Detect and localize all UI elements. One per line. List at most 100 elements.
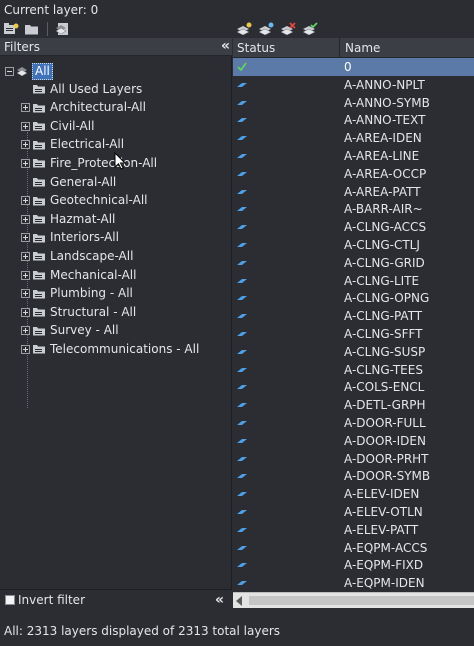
layer-in-use-icon[interactable] — [237, 222, 247, 232]
layer-row[interactable]: A-BARR-AIR~ — [233, 200, 474, 218]
horizontal-scrollbar[interactable] — [233, 592, 474, 608]
filter-tree-item[interactable]: Electrical-All — [21, 136, 126, 154]
layer-in-use-icon[interactable] — [237, 436, 247, 446]
layer-row[interactable]: A-EQPM-FIXD — [233, 556, 474, 574]
layer-row[interactable]: A-CLNG-CTLJ — [233, 236, 474, 254]
layer-in-use-icon[interactable] — [237, 543, 247, 553]
layer-in-use-icon[interactable] — [237, 507, 247, 517]
layer-row[interactable]: A-CLNG-SFFT — [233, 325, 474, 343]
collapse-filters-bottom-button[interactable]: « — [215, 592, 224, 609]
filter-tree-item[interactable]: Survey - All — [21, 322, 121, 340]
layer-row[interactable]: A-EQPM-ACCS — [233, 539, 474, 557]
layer-row[interactable]: A-ELEV-PATT — [233, 521, 474, 539]
scrollbar-thumb[interactable] — [249, 596, 474, 605]
layer-in-use-icon[interactable] — [237, 187, 247, 197]
expand-plus-icon[interactable] — [21, 196, 30, 206]
layer-row[interactable]: A-COLS-ENCL — [233, 378, 474, 396]
layer-in-use-icon[interactable] — [237, 329, 247, 339]
expand-plus-icon[interactable] — [21, 326, 30, 336]
layer-row[interactable]: A-AREA-OCCP — [233, 165, 474, 183]
layer-in-use-icon[interactable] — [237, 169, 247, 179]
layer-in-use-icon[interactable] — [237, 525, 247, 535]
layer-row[interactable]: A-DOOR-PRHT — [233, 450, 474, 468]
layer-row[interactable]: A-EQPM-IDEN — [233, 574, 474, 592]
expand-plus-icon[interactable] — [21, 103, 30, 113]
filter-tree-item[interactable]: Interiors-All — [21, 229, 121, 247]
collapse-expander-icon[interactable] — [5, 66, 14, 76]
layer-in-use-icon[interactable] — [237, 578, 247, 588]
layer-row[interactable]: 0 — [233, 58, 474, 76]
layer-row[interactable]: A-CLNG-OPNG — [233, 289, 474, 307]
filter-tree-root[interactable]: All — [5, 62, 53, 80]
expand-plus-icon[interactable] — [21, 251, 30, 261]
layer-in-use-icon[interactable] — [237, 400, 247, 410]
layer-row[interactable]: A-CLNG-ACCS — [233, 218, 474, 236]
filter-tree-item[interactable]: General-All — [32, 173, 118, 191]
layer-row[interactable]: A-ANNO-SYMB — [233, 94, 474, 112]
layer-row[interactable]: A-AREA-LINE — [233, 147, 474, 165]
expand-plus-icon[interactable] — [21, 307, 30, 317]
layer-row[interactable]: A-DETL-GRPH — [233, 396, 474, 414]
filter-tree-item[interactable]: Civil-All — [21, 117, 96, 135]
layer-in-use-icon[interactable] — [237, 98, 247, 108]
expand-plus-icon[interactable] — [21, 233, 30, 243]
layer-row[interactable]: A-ELEV-IDEN — [233, 485, 474, 503]
filter-tree-item[interactable]: Telecommunications - All — [21, 340, 201, 358]
column-header-status[interactable]: Status — [233, 38, 340, 58]
expand-plus-icon[interactable] — [21, 289, 30, 299]
layer-row[interactable]: A-DOOR-SYMB — [233, 467, 474, 485]
expand-plus-icon[interactable] — [21, 140, 30, 150]
layer-in-use-icon[interactable] — [237, 418, 247, 428]
expand-plus-icon[interactable] — [21, 158, 30, 168]
new-group-filter-icon[interactable] — [23, 21, 41, 37]
layer-in-use-icon[interactable] — [237, 365, 247, 375]
layer-states-manager-icon[interactable] — [54, 21, 72, 37]
layer-row[interactable]: A-DOOR-FULL — [233, 414, 474, 432]
filter-tree-item[interactable]: Architectural-All — [21, 99, 148, 117]
layer-row[interactable]: A-CLNG-SUSP — [233, 343, 474, 361]
expand-plus-icon[interactable] — [21, 344, 30, 354]
layer-row[interactable]: A-CLNG-GRID — [233, 254, 474, 272]
column-header-name[interactable]: Name — [341, 38, 474, 58]
filter-tree-item[interactable]: Mechanical-All — [21, 266, 138, 284]
layer-in-use-icon[interactable] — [237, 276, 247, 286]
layer-in-use-icon[interactable] — [237, 133, 247, 143]
layer-in-use-icon[interactable] — [237, 151, 247, 161]
layer-in-use-icon[interactable] — [237, 258, 247, 268]
layer-in-use-icon[interactable] — [237, 240, 247, 250]
filter-tree-item[interactable]: Structural - All — [21, 303, 138, 321]
layer-row[interactable]: A-AREA-PATT — [233, 183, 474, 201]
filter-tree-item[interactable]: Landscape-All — [21, 247, 135, 265]
filter-tree-item[interactable]: Plumbing - All — [21, 285, 135, 303]
layer-in-use-icon[interactable] — [237, 204, 247, 214]
scroll-left-arrow-icon[interactable] — [236, 596, 242, 606]
layer-row[interactable]: A-DOOR-IDEN — [233, 432, 474, 450]
layer-in-use-icon[interactable] — [237, 311, 247, 321]
layer-row[interactable]: A-AREA-IDEN — [233, 129, 474, 147]
layer-in-use-icon[interactable] — [237, 489, 247, 499]
filter-tree-item[interactable]: All Used Layers — [32, 80, 144, 98]
layer-in-use-icon[interactable] — [237, 471, 247, 481]
new-layer-icon[interactable] — [235, 21, 253, 37]
layer-in-use-icon[interactable] — [237, 293, 247, 303]
expand-plus-icon[interactable] — [21, 121, 30, 131]
layer-in-use-icon[interactable] — [237, 382, 247, 392]
layer-in-use-icon[interactable] — [237, 80, 247, 90]
layer-row[interactable]: A-CLNG-TEES — [233, 361, 474, 379]
layer-in-use-icon[interactable] — [237, 454, 247, 464]
invert-filter-checkbox[interactable] — [5, 595, 15, 605]
layer-in-use-icon[interactable] — [237, 560, 247, 570]
filter-tree-item[interactable]: Hazmat-All — [21, 210, 117, 228]
expand-plus-icon[interactable] — [21, 214, 30, 224]
layer-row[interactable]: A-ELEV-OTLN — [233, 503, 474, 521]
new-property-filter-icon[interactable] — [2, 21, 20, 37]
filter-tree-item[interactable]: Geotechnical-All — [21, 192, 149, 210]
layer-row[interactable]: A-ANNO-NPLT — [233, 76, 474, 94]
layer-row[interactable]: A-CLNG-LITE — [233, 272, 474, 290]
collapse-filters-button[interactable]: « — [221, 38, 230, 55]
filter-tree-item[interactable]: Fire_Protection-All — [21, 154, 159, 172]
layer-in-use-icon[interactable] — [237, 115, 247, 125]
layer-row[interactable]: A-ANNO-TEXT — [233, 111, 474, 129]
current-layer-check-icon[interactable] — [237, 62, 247, 72]
expand-plus-icon[interactable] — [21, 270, 30, 280]
